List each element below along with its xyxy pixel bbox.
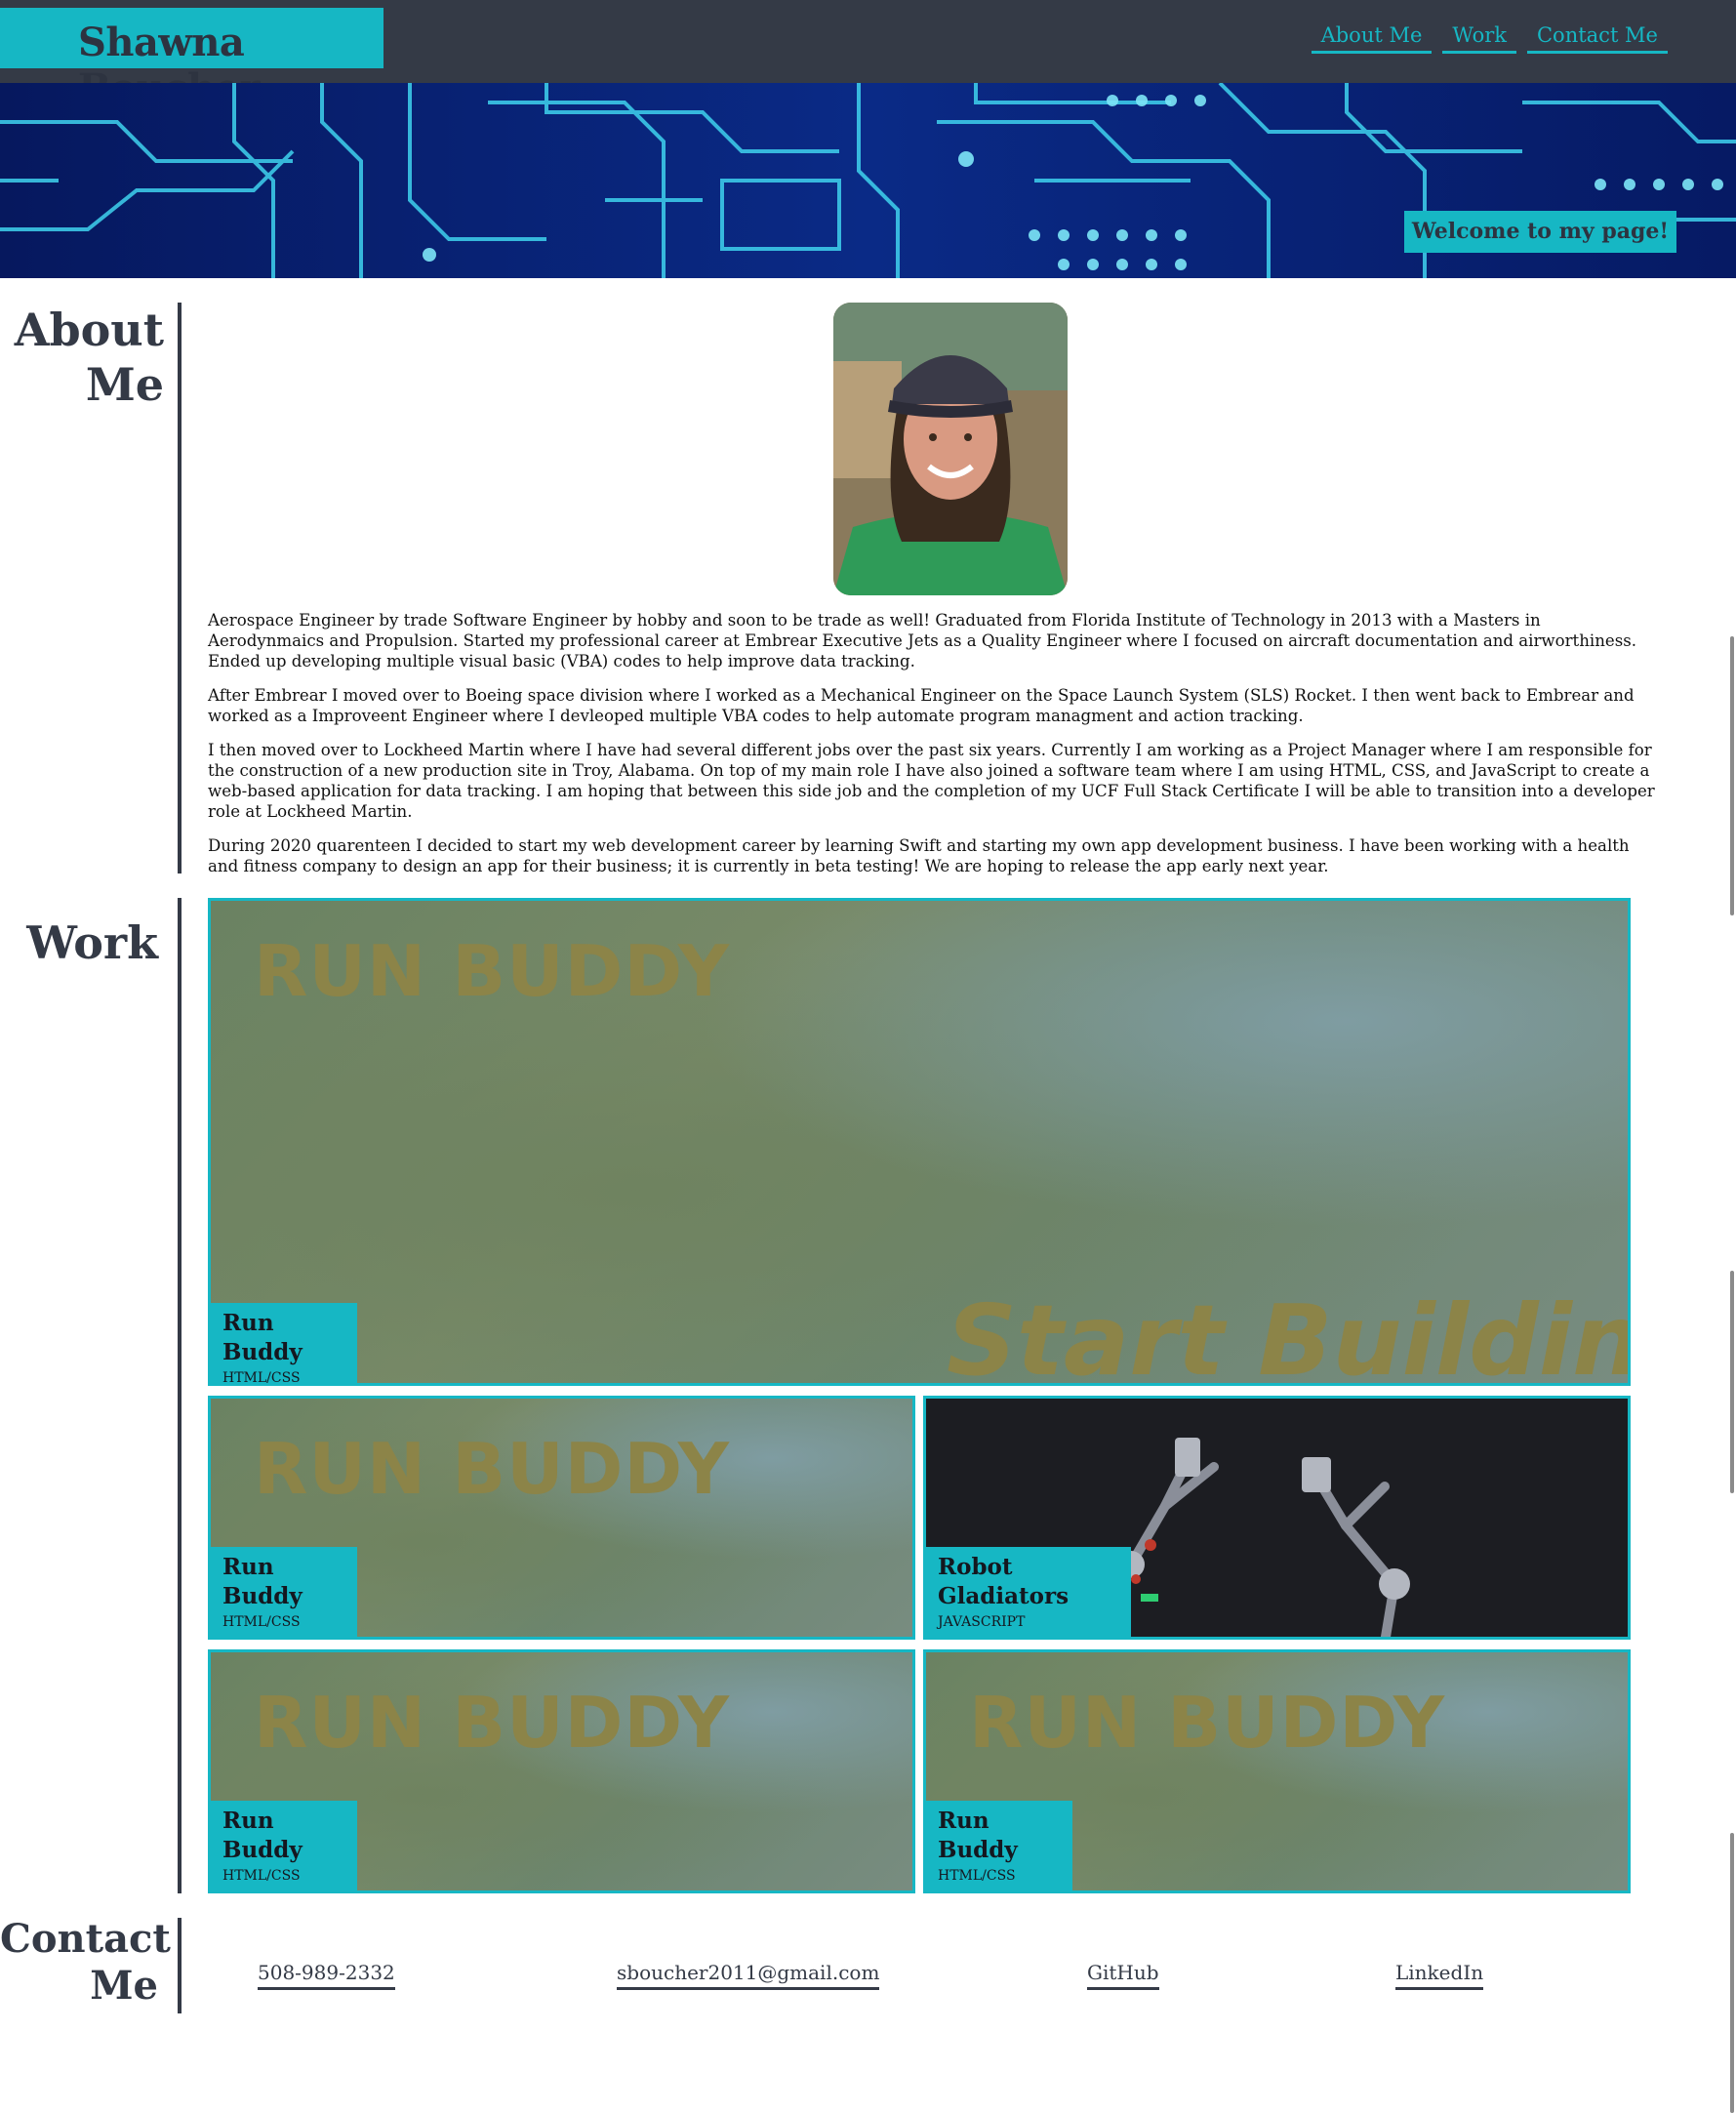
hero-banner: Welcome to my page! <box>0 83 1736 278</box>
linkedin-link[interactable]: LinkedIn <box>1395 1960 1484 1990</box>
project-tech: HTML/CSS <box>222 1614 301 1630</box>
about-paragraph: During 2020 quarenteen I decided to star… <box>208 836 1630 875</box>
project-image-text: RUN BUDDY <box>969 1682 1446 1764</box>
main-nav: About Me Work Contact Me <box>1311 23 1668 54</box>
project-tech: HTML/CSS <box>938 1868 1016 1884</box>
about-paragraph: I then moved over to Lockheed Martin whe… <box>208 741 1655 821</box>
contact-title-line2: Me <box>90 1963 158 2009</box>
nav-link-contact[interactable]: Contact Me <box>1526 23 1668 54</box>
project-card[interactable]: RUN BUDDY Run Buddy HTML/CSS <box>208 1649 915 1893</box>
email-link[interactable]: sboucher2011@gmail.com <box>617 1960 880 1990</box>
about-paragraph: Aerospace Engineer by trade Software Eng… <box>208 611 1637 670</box>
project-tech: HTML/CSS <box>222 1370 301 1386</box>
contact-divider <box>178 1918 182 2013</box>
project-image-text: RUN BUDDY <box>254 1428 731 1510</box>
project-image-text: RUN BUDDY <box>254 930 731 1012</box>
phone-link[interactable]: 508-989-2332 <box>258 1960 395 1990</box>
scrollbar-thumb[interactable] <box>1730 1833 1734 2113</box>
about-divider <box>178 303 182 874</box>
about-section-title: About Me <box>0 303 164 412</box>
profile-photo <box>833 303 1068 595</box>
project-name: Run Buddy <box>938 1808 1018 1863</box>
page-scrollbar[interactable] <box>1728 0 1736 2113</box>
welcome-badge: Welcome to my page! <box>1403 211 1676 253</box>
nav-link-about[interactable]: About Me <box>1311 23 1433 54</box>
project-card-featured[interactable]: RUN BUDDY Start Building Run Buddy HTML/… <box>208 898 1631 1386</box>
project-image-text: RUN BUDDY <box>254 1682 731 1764</box>
project-tag: Run Buddy HTML/CSS <box>926 1801 1072 1890</box>
nav-link-work[interactable]: Work <box>1442 23 1516 54</box>
about-title-line2: Me <box>85 358 164 411</box>
contact-section-title: Contact Me <box>0 1916 171 2010</box>
project-tech: HTML/CSS <box>222 1868 301 1884</box>
project-card[interactable]: RUN BUDDY Run Buddy HTML/CSS <box>208 1396 915 1640</box>
project-card[interactable]: Robot Gladiators JAVASCRIPT <box>923 1396 1631 1640</box>
work-section-title: Work <box>26 916 158 969</box>
project-tag: Robot Gladiators JAVASCRIPT <box>926 1547 1131 1637</box>
project-card[interactable]: RUN BUDDY Run Buddy HTML/CSS <box>923 1649 1631 1893</box>
about-title-line1: About <box>14 304 164 356</box>
project-tech: JAVASCRIPT <box>938 1614 1026 1630</box>
project-name: Run Buddy <box>222 1808 303 1863</box>
project-tag: Run Buddy HTML/CSS <box>211 1547 357 1637</box>
work-divider <box>178 898 182 1893</box>
project-tag: Run Buddy HTML/CSS <box>211 1303 357 1386</box>
project-name: Run Buddy <box>222 1554 303 1609</box>
scrollbar-thumb[interactable] <box>1730 1271 1734 1493</box>
about-text: Aerospace Engineer by trade Software Eng… <box>208 610 1662 890</box>
contact-title-line1: Contact <box>0 1916 171 1962</box>
scrollbar-thumb[interactable] <box>1730 636 1734 915</box>
site-header: Shawna Boucher About Me Work Contact Me <box>0 0 1736 111</box>
project-tag: Run Buddy HTML/CSS <box>211 1801 357 1890</box>
project-name: Robot Gladiators <box>938 1554 1070 1609</box>
about-paragraph: After Embrear I moved over to Boeing spa… <box>208 686 1635 725</box>
project-name: Run Buddy <box>222 1310 303 1365</box>
github-link[interactable]: GitHub <box>1087 1960 1159 1990</box>
brand-block[interactable]: Shawna Boucher <box>0 8 384 111</box>
project-image-subtext: Start Building <box>947 1283 1628 1386</box>
